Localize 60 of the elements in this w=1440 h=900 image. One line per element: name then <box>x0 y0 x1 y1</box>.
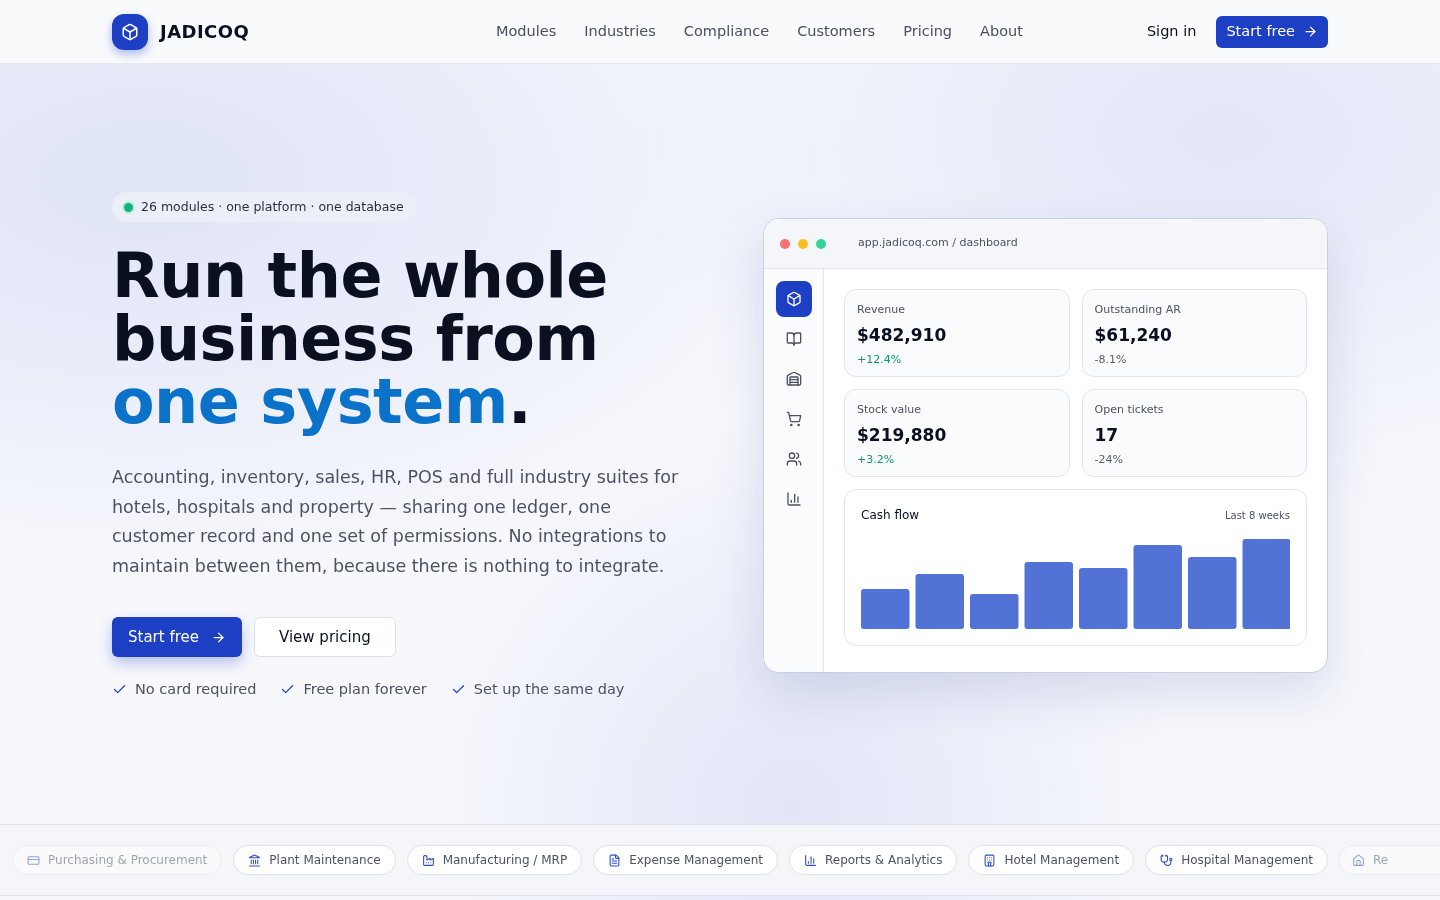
chart-bar <box>1079 568 1128 629</box>
box-icon <box>785 291 802 307</box>
stat-change: +12.4% <box>857 352 903 368</box>
chart-bar <box>1188 557 1237 629</box>
start-free-button[interactable]: Start free <box>112 617 242 657</box>
badge-text: 26 modules · one platform · one database <box>141 197 404 216</box>
nav-link[interactable]: Customers <box>797 20 876 43</box>
module-chip[interactable]: Manufacturing / MRP <box>406 845 583 875</box>
perk-text: Free plan forever <box>303 680 427 699</box>
bank-icon <box>248 853 262 867</box>
bar-chart-icon <box>785 491 802 507</box>
users-icon <box>785 451 802 467</box>
warehouse-icon <box>785 371 802 387</box>
chart-title: Cash flow <box>861 507 920 524</box>
building-icon <box>983 853 997 867</box>
stat-label: Open tickets <box>1094 402 1165 418</box>
logo-icon <box>112 13 148 50</box>
nav-link[interactable]: About <box>980 20 1023 43</box>
nav-link[interactable]: Pricing <box>903 20 953 43</box>
brand-name: JADICOQ <box>160 19 250 44</box>
sidebar-item[interactable] <box>775 281 812 317</box>
stat-value: 17 <box>1094 423 1120 447</box>
hero-description: Accounting, inventory, sales, HR, POS and full industry suites for hotels, hospitals and property — sharing one ledger, one customer record and one set of permissions. No integrations to maintain between them, because there is nothing to integrate. <box>112 466 680 578</box>
module-chip[interactable]: Hospital Management <box>1145 845 1328 875</box>
perk-text: No card required <box>135 680 257 699</box>
start-free-button[interactable]: Start free <box>1216 15 1328 48</box>
book-icon <box>785 331 802 347</box>
cart-icon <box>785 411 802 427</box>
address-text: app.jadicoq.com / dashboard <box>858 235 1018 252</box>
stat-label: Outstanding AR <box>1094 302 1182 318</box>
module-chip[interactable]: Plant Maintenance <box>233 845 396 875</box>
document-icon <box>608 853 622 867</box>
chart-bar <box>915 574 964 629</box>
chart-bar <box>970 594 1019 629</box>
nav-link[interactable]: Modules <box>495 20 557 43</box>
card-icon <box>27 853 40 867</box>
stat-label: Stock value <box>857 402 922 418</box>
stat-change: -24% <box>1094 452 1124 468</box>
stat-label: Revenue <box>857 302 906 318</box>
stat-change: +3.2% <box>857 452 896 468</box>
stat-value: $219,880 <box>857 423 948 447</box>
house-icon <box>1351 853 1365 867</box>
chart-bar <box>861 589 910 629</box>
chart-bar <box>1024 562 1073 629</box>
stethoscope-icon <box>1160 853 1174 867</box>
module-chip[interactable]: Expense Management <box>593 845 778 875</box>
sign-in-link[interactable]: Sign in <box>1146 20 1197 43</box>
chart-period: Last 8 weeks <box>1224 508 1290 523</box>
nav-link[interactable]: Compliance <box>683 20 770 43</box>
module-chip[interactable]: Hotel Management <box>968 845 1135 875</box>
arrow-icon <box>211 629 226 645</box>
view-pricing-button[interactable]: View pricing <box>254 617 396 657</box>
module-chip[interactable]: Reports & Analytics <box>788 845 958 875</box>
stat-value: $61,240 <box>1094 323 1173 347</box>
nav-link[interactable]: Industries <box>584 20 656 43</box>
stat-change: -8.1% <box>1094 352 1128 368</box>
bar-chart-icon <box>803 853 817 867</box>
factory-icon <box>421 853 435 867</box>
perk-text: Set up the same day <box>473 680 625 699</box>
stat-value: $482,910 <box>857 323 948 347</box>
